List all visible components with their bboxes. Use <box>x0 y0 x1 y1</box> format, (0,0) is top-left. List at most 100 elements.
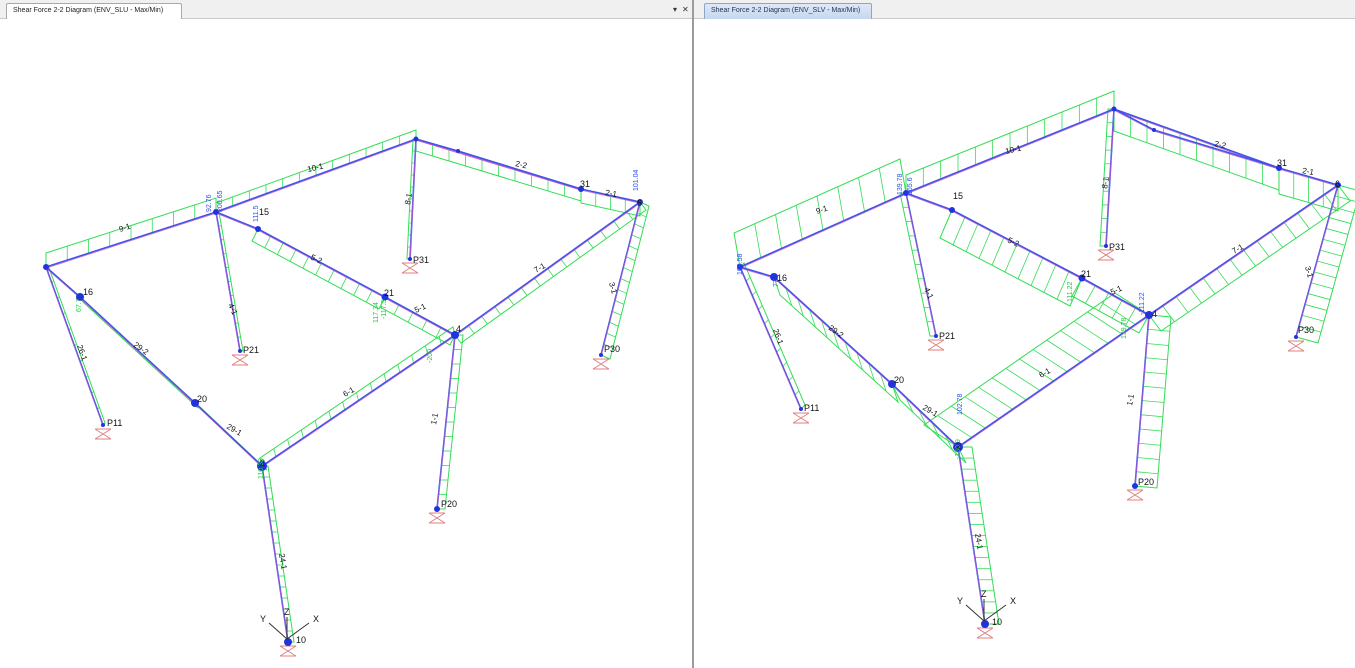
node-Q10 <box>284 638 292 646</box>
member-label-9-1: 9-1 <box>118 222 132 234</box>
diagram-hatch <box>626 211 634 220</box>
diagram-hatch <box>1243 249 1256 267</box>
diagram-hatch <box>300 429 304 439</box>
member-label-10-1: 10-1 <box>1004 143 1022 155</box>
diagram-hatch <box>613 220 620 230</box>
diagram-hatch <box>1316 260 1340 268</box>
diagram-hatch <box>1202 277 1216 295</box>
tab-shear-force-slv[interactable]: Shear Force 2-2 Diagram (ENV_SLV - Max/M… <box>704 3 872 19</box>
axis-y-line <box>965 604 985 622</box>
diagram-hatch <box>1147 328 1170 332</box>
right-3d-viewport[interactable]: 16 15 4 6 31 21 20 2 10 P11 P21 P31 P20 P30 9-1 10-1 2-2… <box>694 19 1355 668</box>
node-label-P31: P31 <box>1109 242 1125 252</box>
diagram-hatch <box>609 321 619 327</box>
diagram-hatch <box>1073 320 1109 344</box>
right-shear-diagram-canvas[interactable]: 161546312120210P11P21P31P20P309-110-1 2-2… <box>694 19 1355 668</box>
member-axis-C-D <box>215 212 259 231</box>
value-label: 67.7 <box>76 298 83 312</box>
member-A-B <box>739 266 775 278</box>
member-C-E <box>215 138 417 213</box>
value-label: 111.22 <box>1067 282 1074 302</box>
diagram-hatch <box>277 242 284 255</box>
axis-z-label: Z <box>284 607 290 617</box>
node-label-20: 20 <box>197 394 207 404</box>
member-label-29-2: 29-2 <box>827 323 846 340</box>
diagram-hatch <box>837 186 845 221</box>
diagram-hatch <box>634 223 644 229</box>
node-label-15: 15 <box>259 207 269 217</box>
member-axis-K-M <box>194 403 263 468</box>
diagram-hatch <box>878 168 886 203</box>
node-Q10 <box>981 620 989 628</box>
member-axis-A-P11 <box>739 268 802 411</box>
left-3d-viewport[interactable]: 16 15 4 6 31 21 20 2 10 P11 P21 P31 P20 P30 9-1 10-1 2-2… <box>0 19 692 668</box>
node-label-6: 6 <box>1335 179 1340 189</box>
diagram-hatch <box>1270 231 1283 248</box>
diagram-hatch <box>1189 286 1202 304</box>
node-P21 <box>934 334 938 338</box>
member-label-4-1: 4-1 <box>226 302 239 317</box>
diagram-hatch <box>795 205 803 240</box>
diagram-hatch <box>314 420 318 429</box>
member-axis-A-C <box>45 212 217 269</box>
right-tab-strip: Shear Force 2-2 Diagram (ENV_SLV - Max/M… <box>694 0 1355 19</box>
diagram-hatch <box>754 223 762 258</box>
diagram-hatch <box>965 223 979 252</box>
close-icon[interactable]: ✕ <box>682 4 689 16</box>
node-D <box>949 207 955 213</box>
diagram-hatch <box>625 256 636 262</box>
diagram-hatch <box>383 373 387 382</box>
diagram-hatch <box>264 235 272 248</box>
member-label-10-1: 10-1 <box>306 161 324 173</box>
left-shear-diagram-canvas[interactable]: 161546312120210P11P21P31P20P309-110-1 2-2… <box>0 19 692 668</box>
node-label-P20: P20 <box>441 499 457 509</box>
node-F <box>456 149 460 153</box>
node-E <box>1111 106 1117 112</box>
node-label-P11: P11 <box>107 418 122 428</box>
left-tab-tools: ▾ ✕ <box>673 4 689 16</box>
value-label: 110.33 <box>258 458 265 479</box>
member-axis-F-G <box>457 151 582 191</box>
diagram-hatch <box>340 276 348 289</box>
member-F-G <box>457 150 582 190</box>
value-label: 101.04 <box>633 169 640 191</box>
diagram-hatch <box>858 177 865 212</box>
diagram-hatch <box>1085 285 1096 304</box>
support-P20 <box>428 512 446 524</box>
value-label: -117.3 <box>381 300 388 319</box>
member-label-29-1: 29-1 <box>225 422 244 438</box>
member-axis-J-P20 <box>436 336 456 511</box>
diagram-hatch <box>1310 282 1334 290</box>
value-label: 102.78 <box>957 393 964 415</box>
node-A <box>43 264 49 270</box>
chevron-down-icon[interactable]: ▾ <box>673 4 677 16</box>
member-label-1-1: 1-1 <box>429 412 440 425</box>
tab-shear-force-slu[interactable]: Shear Force 2-2 Diagram (ENV_SLU - Max/M… <box>6 3 182 19</box>
diagram-hatch <box>1111 300 1123 319</box>
node-label-P21: P21 <box>939 331 955 341</box>
member-label-4-1: 4-1 <box>922 286 935 301</box>
diagram-hatch <box>369 383 373 392</box>
value-label: 200.65 <box>217 190 224 212</box>
member-axis-D-I <box>257 229 386 299</box>
diagram-hatch <box>327 269 335 282</box>
diagram-hatch <box>611 310 622 316</box>
node-label-4: 4 <box>456 324 461 334</box>
value-label: -200 <box>427 349 434 363</box>
member-A-P11 <box>739 266 802 410</box>
node-label-21: 21 <box>384 288 394 298</box>
member-axis-J-H <box>454 202 641 337</box>
diagram-hatch <box>775 214 782 249</box>
node-F <box>1152 128 1156 132</box>
shear-diagram-M-J <box>923 292 1150 448</box>
shear-diagram-J-P20 <box>1134 314 1172 489</box>
node-label-P21: P21 <box>243 345 259 355</box>
node-P11 <box>799 407 803 411</box>
node-label-6: 6 <box>637 198 642 208</box>
value-label: 92.76 <box>206 194 213 212</box>
member-label-9-1: 9-1 <box>815 204 829 216</box>
diagram-hatch <box>393 304 400 315</box>
member-label-5-2: 5-2 <box>1006 236 1021 249</box>
diagram-hatch <box>1319 249 1343 257</box>
member-axis-C-P21 <box>905 194 937 338</box>
